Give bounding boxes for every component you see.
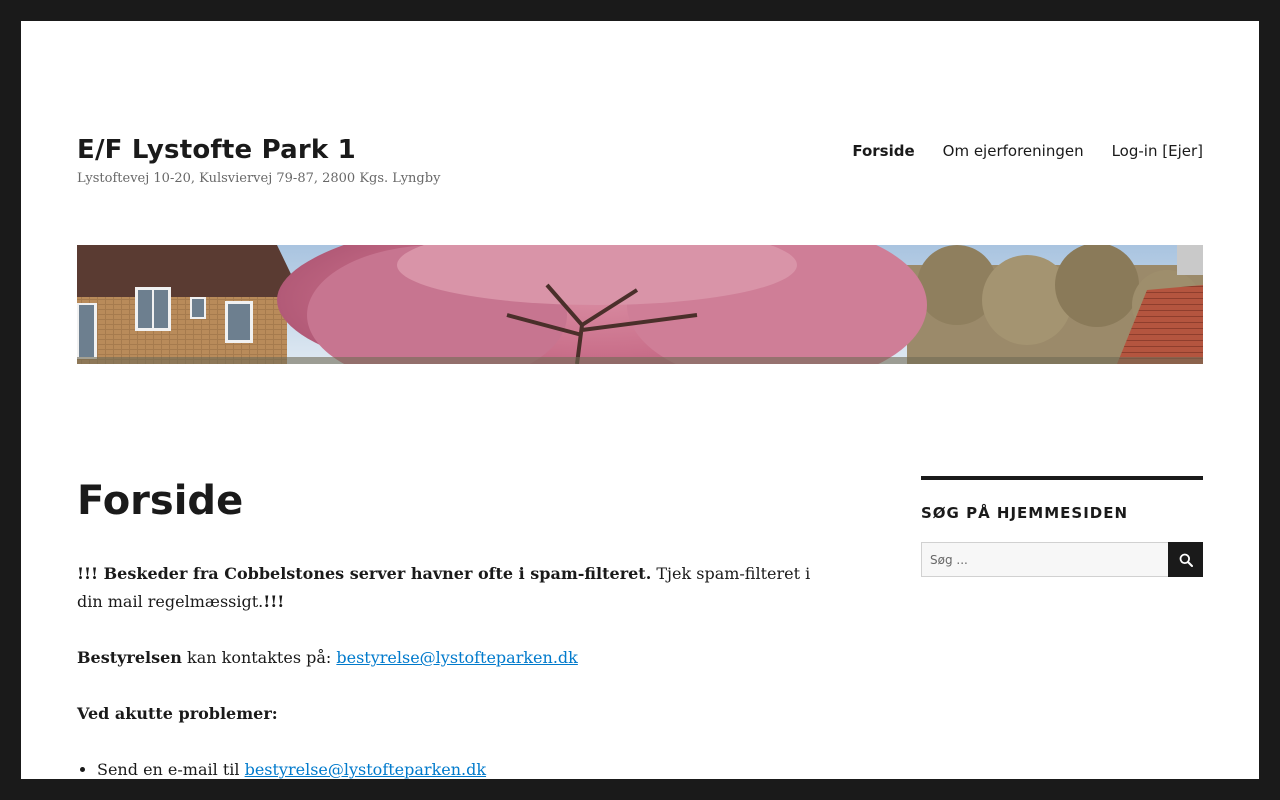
- main-content: Forside !!! Beskeder fra Cobbelstones se…: [77, 476, 837, 779]
- spam-notice-bold: !!! Beskeder fra Cobbelstones server hav…: [77, 564, 652, 583]
- search-widget-title: SØG PÅ HJEMMESIDEN: [921, 504, 1129, 522]
- site-description: Lystoftevej 10-20, Kulsviervej 79-87, 28…: [77, 171, 441, 186]
- contact-text: kan kontaktes på:: [181, 648, 337, 667]
- spam-notice-end: !!!: [263, 592, 285, 611]
- search-icon: [1179, 553, 1193, 567]
- contact-paragraph: Bestyrelsen kan kontaktes på: bestyrelse…: [77, 644, 837, 672]
- header-image-illustration: [77, 245, 1203, 364]
- page: E/F Lystofte Park 1 Lystoftevej 10-20, K…: [21, 21, 1259, 779]
- site-header: E/F Lystofte Park 1 Lystoftevej 10-20, K…: [77, 131, 1203, 186]
- list-item-email-link[interactable]: bestyrelse@lystofteparken.dk: [245, 760, 486, 779]
- list-item: Send en e-mail til bestyrelse@lystoftepa…: [97, 756, 837, 779]
- nav-item-om-ejerforeningen[interactable]: Om ejerforeningen: [943, 142, 1084, 160]
- page-title: Forside: [77, 478, 244, 524]
- search-button[interactable]: [1168, 542, 1203, 577]
- contact-bold: Bestyrelsen: [77, 648, 182, 667]
- search-input[interactable]: [921, 542, 1168, 577]
- spam-notice: !!! Beskeder fra Cobbelstones server hav…: [77, 560, 837, 616]
- header-image: [77, 245, 1203, 364]
- search-form: [921, 542, 1203, 577]
- entry-content: !!! Beskeder fra Cobbelstones server hav…: [77, 560, 837, 779]
- contact-email-link[interactable]: bestyrelse@lystofteparken.dk: [336, 648, 577, 667]
- main-navigation: Forside Om ejerforeningen Log-in [Ejer]: [852, 142, 1203, 160]
- urgent-list: Send en e-mail til bestyrelse@lystoftepa…: [77, 756, 837, 779]
- sidebar: SØG PÅ HJEMMESIDEN: [921, 476, 1203, 577]
- urgent-heading-bold: Ved akutte problemer:: [77, 704, 278, 723]
- nav-item-forside[interactable]: Forside: [852, 142, 914, 160]
- list-item-text: Send en e-mail til: [97, 760, 245, 779]
- urgent-heading: Ved akutte problemer:: [77, 700, 837, 728]
- nav-item-log-in[interactable]: Log-in [Ejer]: [1112, 142, 1203, 160]
